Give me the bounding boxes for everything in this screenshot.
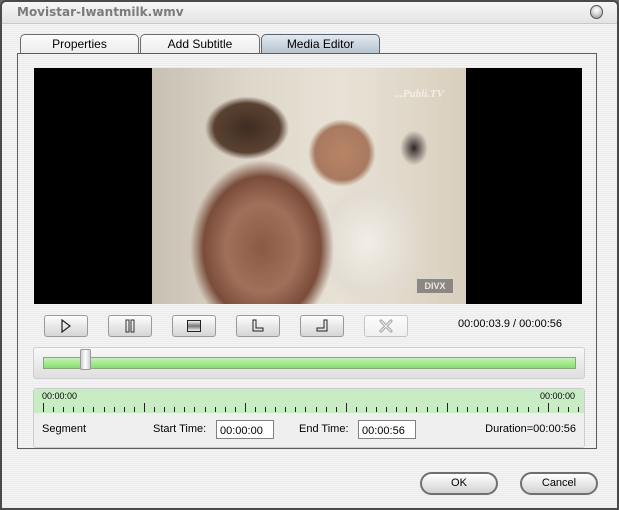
tab-media-editor[interactable]: Media Editor	[261, 34, 380, 54]
timeline-ticks	[43, 403, 579, 412]
timeline-tick	[396, 407, 397, 412]
timeline-tick	[275, 407, 276, 412]
timeline-tick	[316, 407, 317, 412]
timeline-tick	[184, 407, 185, 412]
timeline-major-tick	[346, 403, 347, 412]
timeline-tick	[497, 407, 498, 412]
timeline-major-tick	[144, 403, 145, 412]
timeline-tick	[104, 407, 105, 412]
tab-add-subtitle[interactable]: Add Subtitle	[140, 34, 260, 54]
timeline-tick	[285, 407, 286, 412]
segment-timeline-box: 00:00:00 00:00:00	[33, 388, 585, 448]
timeline-tick	[134, 407, 135, 412]
pause-icon	[125, 319, 135, 333]
segment-label: Segment	[42, 423, 87, 435]
seek-thumb[interactable]	[79, 349, 91, 370]
delete-x-icon	[379, 319, 393, 333]
timeline-tick	[386, 407, 387, 412]
timeline-tick	[416, 407, 417, 412]
timeline-tick	[356, 407, 357, 412]
stop-icon	[187, 320, 201, 332]
timeline-tick	[467, 407, 468, 412]
timeline-tick	[174, 407, 175, 412]
timeline-tick	[406, 407, 407, 412]
timeline-tick	[295, 407, 296, 412]
timeline-tick	[558, 407, 559, 412]
timeline-major-tick	[245, 403, 246, 412]
timeline-tick	[376, 407, 377, 412]
timeline-tick	[305, 407, 306, 412]
start-time-label: Start Time:	[153, 423, 207, 435]
end-time-input[interactable]	[358, 420, 416, 439]
timeline-tick	[154, 407, 155, 412]
timeline-tick	[366, 407, 367, 412]
timeline-tick	[517, 407, 518, 412]
timeline-tick	[73, 407, 74, 412]
set-end-button[interactable]	[300, 315, 344, 337]
time-readout: 00:00:03.9 / 00:00:56	[458, 318, 562, 330]
cancel-button[interactable]: Cancel	[520, 472, 598, 495]
timeline-tick	[528, 407, 529, 412]
timeline-tick	[164, 407, 165, 412]
timeline-tick	[194, 407, 195, 412]
timeline-tick	[265, 407, 266, 412]
timeline-tick	[487, 407, 488, 412]
title-bar[interactable]: Movistar-Iwantmilk.wmv	[2, 2, 617, 24]
timeline-tick	[427, 407, 428, 412]
timeline-tick	[93, 407, 94, 412]
mark-out-icon	[316, 319, 328, 332]
timeline-start-label: 00:00:00	[42, 391, 78, 401]
timeline-tick	[578, 407, 579, 412]
timeline-tick	[63, 407, 64, 412]
delete-button[interactable]	[364, 315, 408, 337]
timeline-tick	[83, 407, 84, 412]
play-icon	[61, 319, 71, 333]
pause-button[interactable]	[108, 315, 152, 337]
timeline-major-tick	[447, 403, 448, 412]
timeline-tick	[336, 407, 337, 412]
timeline-tick	[538, 407, 539, 412]
ok-button[interactable]: OK	[420, 472, 498, 495]
timeline-major-tick	[548, 403, 549, 412]
timeline-tick	[437, 407, 438, 412]
timeline-tick	[568, 407, 569, 412]
timeline-tick	[507, 407, 508, 412]
video-preview[interactable]: ...Publi.TV DIVX	[34, 68, 582, 304]
orb-close-icon[interactable]	[590, 5, 603, 19]
timeline-tick	[255, 407, 256, 412]
timeline-tick	[53, 407, 54, 412]
video-frame: ...Publi.TV DIVX	[152, 68, 466, 304]
segment-timeline[interactable]: 00:00:00 00:00:00	[34, 389, 584, 413]
timeline-tick	[215, 407, 216, 412]
stop-button[interactable]	[172, 315, 216, 337]
timeline-tick	[235, 407, 236, 412]
timeline-tick	[205, 407, 206, 412]
window-title: Movistar-Iwantmilk.wmv	[17, 5, 184, 19]
timeline-tick	[114, 407, 115, 412]
timeline-tick	[225, 407, 226, 412]
timeline-tick	[326, 407, 327, 412]
end-time-label: End Time:	[299, 423, 349, 435]
timeline-end-label: 00:00:00	[539, 391, 575, 401]
tab-properties[interactable]: Properties	[20, 34, 139, 54]
seek-track[interactable]	[43, 357, 576, 369]
start-time-input[interactable]	[216, 420, 274, 439]
duration-text: Duration=00:00:56	[485, 423, 576, 435]
play-button[interactable]	[44, 315, 88, 337]
timeline-major-tick	[43, 403, 44, 412]
divx-badge: DIVX	[416, 278, 454, 294]
seek-slider[interactable]	[33, 347, 585, 379]
timeline-tick	[477, 407, 478, 412]
set-start-button[interactable]	[236, 315, 280, 337]
mark-in-icon	[252, 319, 264, 332]
timeline-tick	[457, 407, 458, 412]
video-watermark: ...Publi.TV	[394, 88, 444, 100]
timeline-tick	[124, 407, 125, 412]
